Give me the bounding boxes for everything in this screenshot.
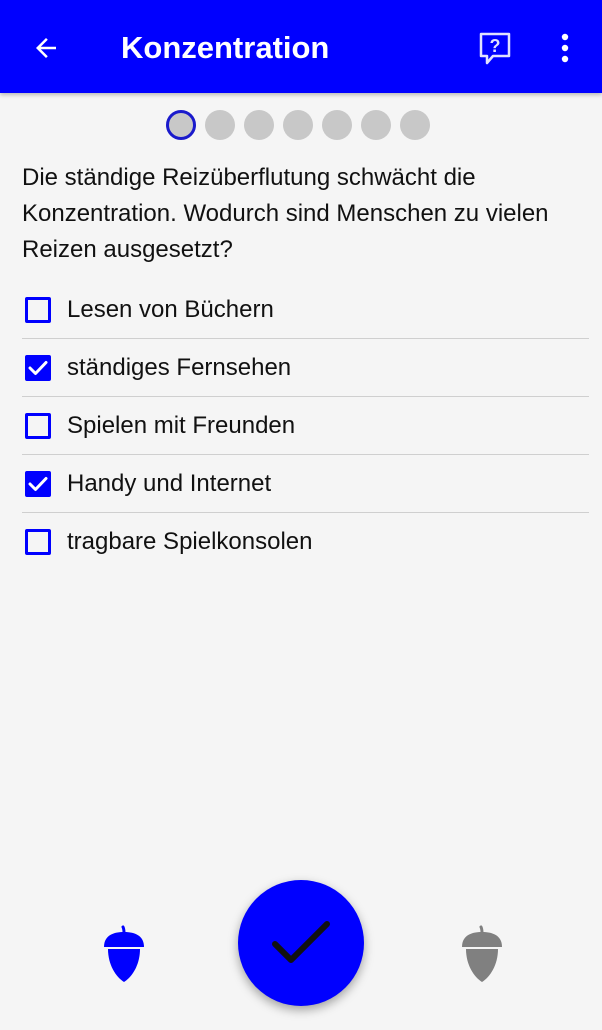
acorn-icon: [104, 925, 144, 982]
step-dot: [205, 110, 235, 140]
answer-option[interactable]: Lesen von Büchern: [22, 281, 589, 339]
answer-option-label: Lesen von Büchern: [67, 295, 274, 323]
answer-option-label: Spielen mit Freunden: [67, 411, 296, 439]
question-text: Die ständige Reizüberflutung schwächt di…: [22, 164, 549, 263]
answer-option-label: Handy und Internet: [67, 469, 272, 497]
answer-option[interactable]: Spielen mit Freunden: [22, 397, 589, 455]
check-icon: [28, 476, 48, 491]
answer-option[interactable]: tragbare Spielkonsolen: [22, 513, 589, 570]
step-indicator: [0, 110, 602, 142]
page-title: Konzentration: [121, 30, 330, 65]
answer-option-label: tragbare Spielkonsolen: [67, 527, 313, 555]
step-dot: [283, 110, 313, 140]
step-dot: [322, 110, 352, 140]
help-button[interactable]: ?: [470, 24, 520, 74]
arrow-left-icon: [36, 38, 56, 58]
check-icon: [28, 360, 48, 375]
acorn-icon: [462, 925, 502, 982]
checkbox-unchecked[interactable]: [25, 528, 51, 555]
submit-answer-button[interactable]: [238, 880, 364, 1006]
step-dot: [166, 110, 196, 140]
checkbox-checked[interactable]: [25, 354, 51, 381]
checkbox-checked[interactable]: [25, 470, 51, 497]
svg-text:?: ?: [490, 36, 501, 56]
checkmark-icon: [272, 921, 330, 963]
more-vertical-icon: [561, 33, 569, 63]
answer-options: Lesen von Büchern ständiges Fernsehen Spie…: [22, 281, 589, 570]
answer-option-label: ständiges Fernsehen: [67, 353, 292, 381]
step-dot: [400, 110, 430, 140]
checkbox-unchecked[interactable]: [25, 296, 51, 323]
back-button[interactable]: [22, 24, 70, 72]
answer-option[interactable]: ständiges Fernsehen: [22, 339, 589, 397]
answer-option[interactable]: Handy und Internet: [22, 455, 589, 513]
question-bubble-icon: ?: [479, 32, 511, 65]
app-bar: Konzentration ?: [0, 0, 602, 93]
more-options-button[interactable]: [545, 24, 585, 72]
step-dot: [244, 110, 274, 140]
step-dot: [361, 110, 391, 140]
checkbox-unchecked[interactable]: [25, 412, 51, 439]
